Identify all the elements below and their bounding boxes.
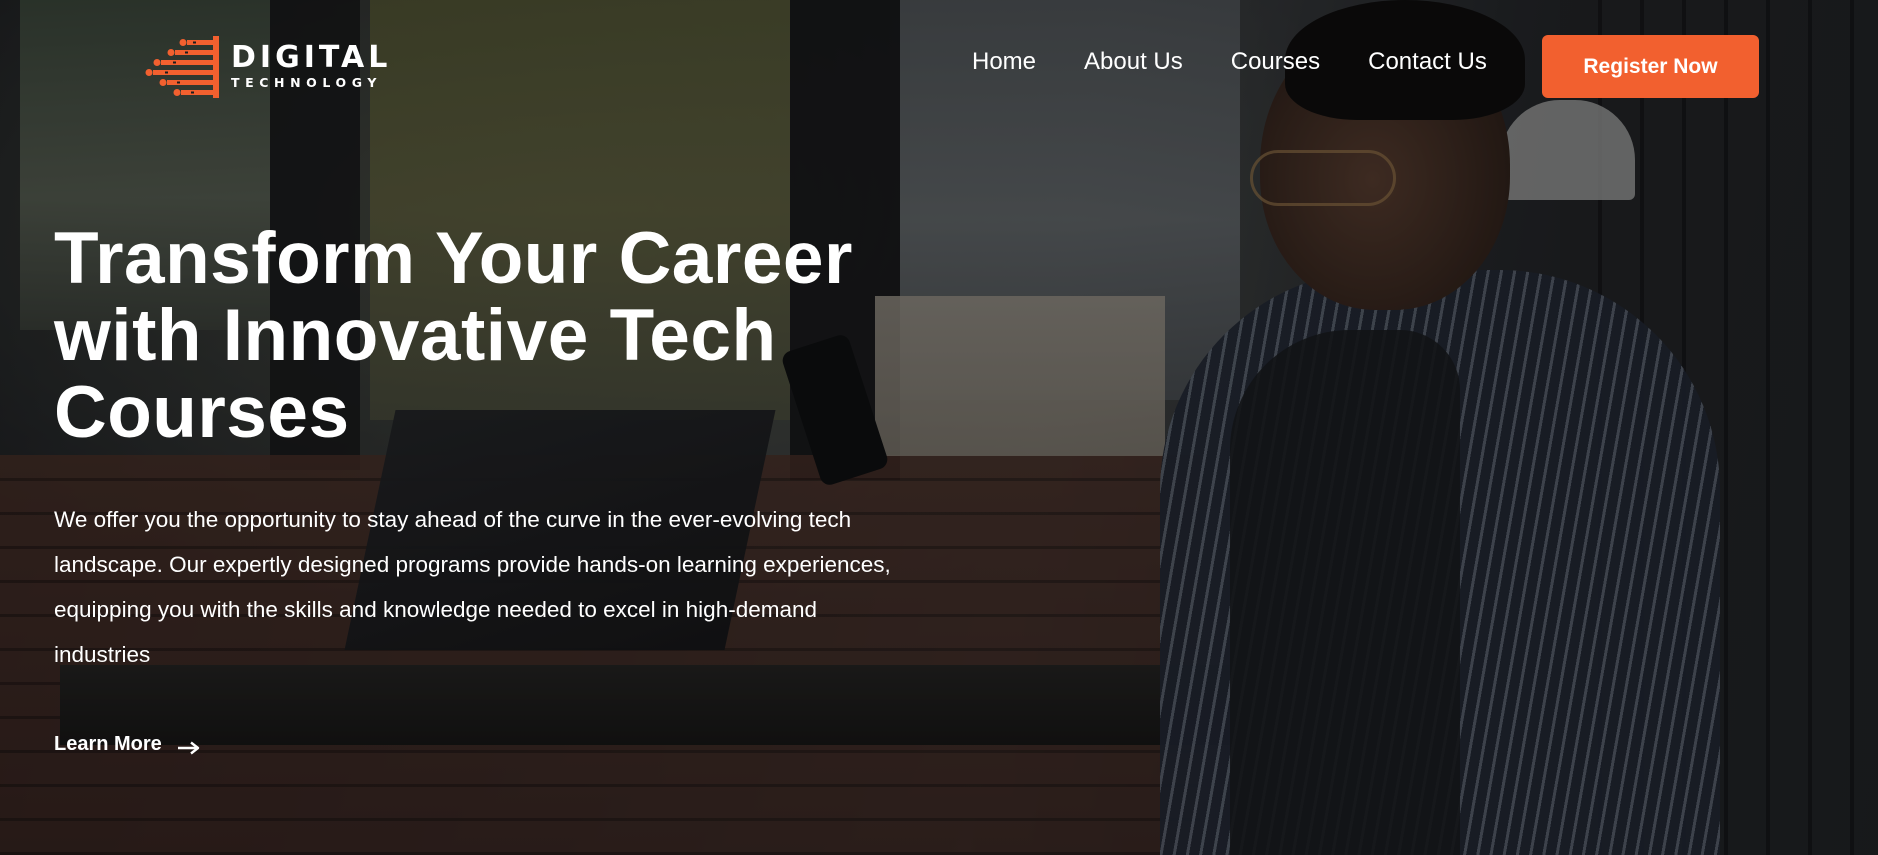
nav-link-home[interactable]: Home (972, 48, 1036, 76)
learn-more-label: Learn More (54, 733, 162, 755)
hero-title-line: Courses (54, 372, 350, 453)
hero-title: Transform Your Career with Innovative Te… (54, 220, 974, 451)
register-now-button[interactable]: Register Now (1542, 35, 1759, 98)
site-header: DIGITAL TECHNOLOGY Home About Us Courses… (0, 0, 1878, 130)
nav-link-courses[interactable]: Courses (1231, 48, 1320, 76)
hero-description-line: equipping you with the skills and knowle… (54, 597, 818, 622)
hero-description-line: landscape. Our expertly designed program… (54, 552, 891, 577)
hero-title-line: Transform Your Career (54, 218, 853, 299)
learn-more-link[interactable]: Learn More (54, 733, 200, 756)
hero-description: We offer you the opportunity to stay ahe… (54, 497, 954, 677)
hero-title-line: with Innovative Tech (54, 295, 777, 376)
brand-tagline: TECHNOLOGY (231, 75, 382, 90)
brand-logo[interactable]: DIGITAL TECHNOLOGY (145, 32, 415, 102)
main-nav: Home About Us Courses Contact Us (972, 48, 1487, 76)
hero-description-line: We offer you the opportunity to stay ahe… (54, 507, 852, 532)
arrow-right-icon (177, 738, 200, 754)
hero-content: Transform Your Career with Innovative Te… (54, 220, 974, 677)
nav-link-about-us[interactable]: About Us (1084, 48, 1183, 76)
hero-section: DIGITAL TECHNOLOGY Home About Us Courses… (0, 0, 1878, 855)
brand-name: DIGITAL (231, 40, 392, 75)
brand-text: DIGITAL TECHNOLOGY (231, 42, 391, 92)
hero-description-line: industries (54, 642, 151, 667)
nav-link-contact-us[interactable]: Contact Us (1368, 48, 1487, 76)
circuit-logo-icon (145, 34, 225, 100)
